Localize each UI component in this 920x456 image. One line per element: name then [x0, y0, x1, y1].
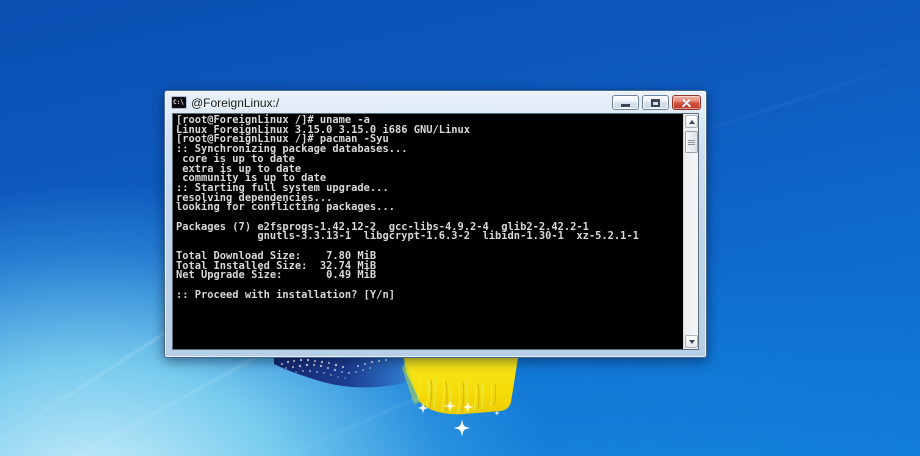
window-controls: [612, 95, 701, 110]
scroll-down-button[interactable]: [685, 335, 698, 348]
minimize-icon: [621, 104, 630, 107]
close-icon: [681, 98, 692, 107]
windows-logo: [268, 356, 538, 456]
scroll-down-icon: [689, 340, 695, 344]
logo-yellow-pane: [402, 358, 518, 414]
titlebar[interactable]: C:\ @ForeignLinux:/: [166, 92, 705, 113]
minimize-button[interactable]: [612, 95, 639, 110]
scroll-up-icon: [689, 120, 695, 124]
close-button[interactable]: [672, 95, 701, 110]
console-client-area: [root@ForeignLinux /]# uname -a Linux Fo…: [172, 113, 699, 350]
scrollbar-thumb[interactable]: [685, 131, 698, 153]
scrollbar[interactable]: [683, 114, 698, 349]
scrollbar-grip-icon: [688, 140, 695, 145]
console-icon: C:\: [171, 96, 187, 109]
terminal-screen[interactable]: [root@ForeignLinux /]# uname -a Linux Fo…: [173, 114, 683, 349]
desktop[interactable]: C:\ @ForeignLinux:/ [root@ForeignLinux /…: [0, 0, 920, 456]
logo-blue-pane: [274, 358, 408, 388]
maximize-button[interactable]: [642, 95, 669, 110]
console-window: C:\ @ForeignLinux:/ [root@ForeignLinux /…: [164, 90, 707, 358]
scroll-up-button[interactable]: [685, 115, 698, 128]
window-title: @ForeignLinux:/: [191, 96, 279, 110]
terminal-output: [root@ForeignLinux /]# uname -a Linux Fo…: [173, 114, 683, 300]
maximize-icon: [651, 99, 660, 107]
logo-sparkles: [418, 400, 501, 437]
